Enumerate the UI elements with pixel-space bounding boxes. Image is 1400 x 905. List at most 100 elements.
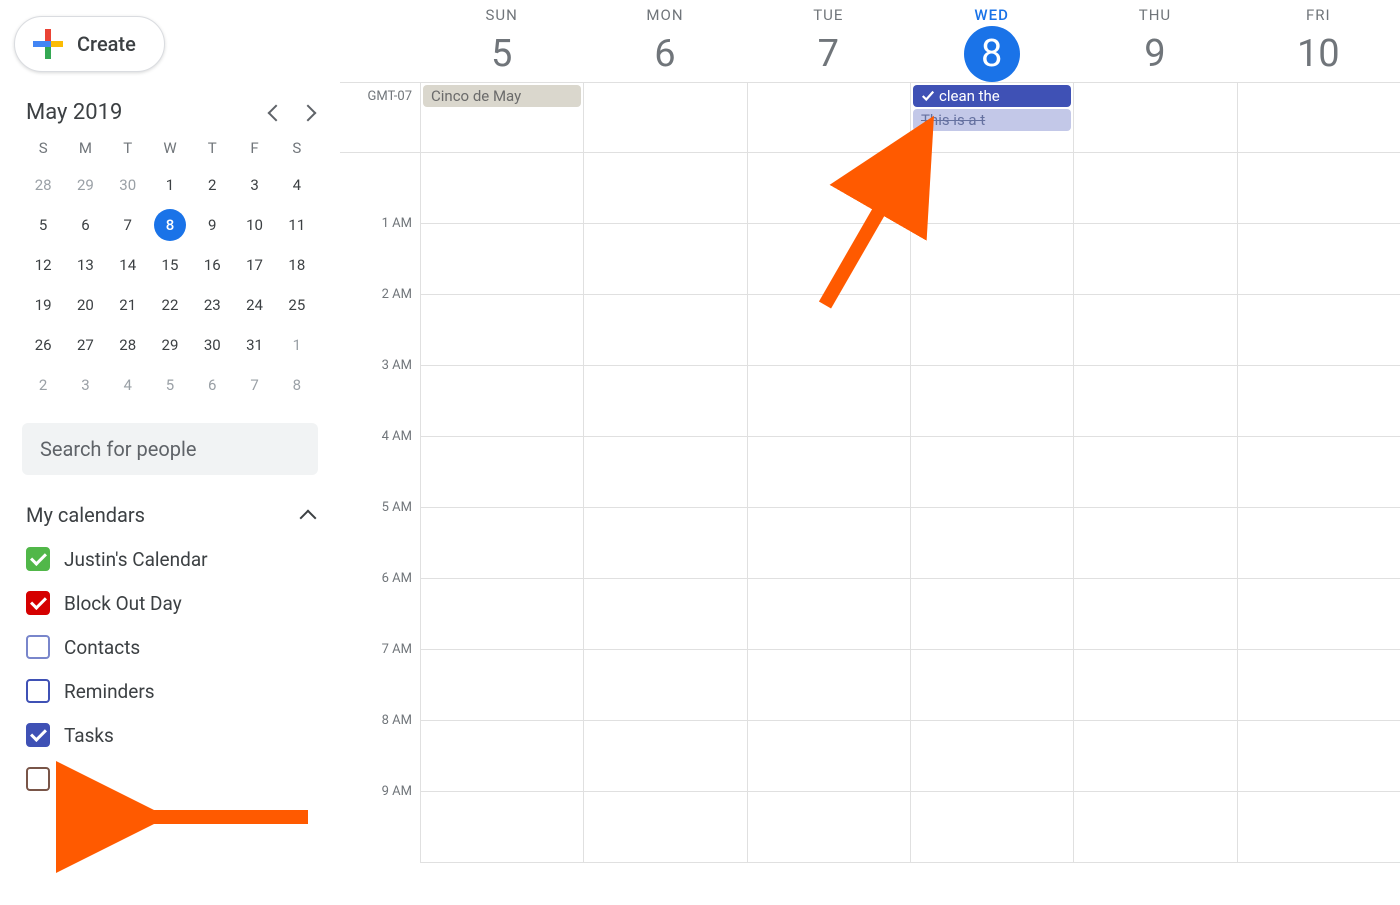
time-slot[interactable] xyxy=(911,295,1073,366)
mini-day[interactable]: 11 xyxy=(276,205,318,245)
event-chip-holiday[interactable]: Cinco de May xyxy=(423,85,581,107)
mini-day[interactable]: 3 xyxy=(233,165,275,205)
time-slot[interactable] xyxy=(584,295,746,366)
time-slot[interactable] xyxy=(1074,153,1236,224)
mini-day[interactable]: 17 xyxy=(233,245,275,285)
mini-day[interactable]: 6 xyxy=(64,205,106,245)
time-slot[interactable] xyxy=(1238,366,1400,437)
mini-day[interactable]: 26 xyxy=(22,325,64,365)
mini-day[interactable]: 1 xyxy=(276,325,318,365)
mini-day[interactable]: 4 xyxy=(107,365,149,405)
day-header[interactable]: SUN5 xyxy=(420,0,583,82)
mini-day[interactable]: 30 xyxy=(107,165,149,205)
time-slot[interactable] xyxy=(421,295,583,366)
mini-day[interactable]: 5 xyxy=(22,205,64,245)
day-header[interactable]: THU9 xyxy=(1073,0,1236,82)
day-header[interactable]: FRI10 xyxy=(1237,0,1400,82)
time-slot[interactable] xyxy=(1074,366,1236,437)
calendar-item[interactable]: Block Out Day xyxy=(20,581,320,625)
calendar-checkbox[interactable] xyxy=(26,635,50,659)
mini-day[interactable]: 8 xyxy=(276,365,318,405)
mini-day[interactable]: 30 xyxy=(191,325,233,365)
time-slot[interactable] xyxy=(421,721,583,792)
time-slot[interactable] xyxy=(748,579,910,650)
next-month-icon[interactable] xyxy=(300,104,317,121)
time-slot[interactable] xyxy=(1238,508,1400,579)
calendar-checkbox[interactable] xyxy=(26,591,50,615)
time-slot[interactable] xyxy=(748,721,910,792)
mini-day[interactable]: 29 xyxy=(64,165,106,205)
mini-day[interactable]: 7 xyxy=(233,365,275,405)
time-slot[interactable] xyxy=(911,792,1073,863)
time-slot[interactable] xyxy=(421,792,583,863)
time-slot[interactable] xyxy=(911,224,1073,295)
time-slot[interactable] xyxy=(421,579,583,650)
time-slot[interactable] xyxy=(584,579,746,650)
time-slot[interactable] xyxy=(1074,721,1236,792)
time-slot[interactable] xyxy=(1074,792,1236,863)
mini-day[interactable]: 31 xyxy=(233,325,275,365)
mini-day[interactable]: 28 xyxy=(22,165,64,205)
mini-day[interactable]: 21 xyxy=(107,285,149,325)
mini-day[interactable]: 5 xyxy=(149,365,191,405)
time-slot[interactable] xyxy=(584,366,746,437)
time-slot[interactable] xyxy=(1074,508,1236,579)
time-slot[interactable] xyxy=(421,508,583,579)
calendar-item[interactable]: Tasks xyxy=(20,713,320,757)
day-header[interactable]: TUE7 xyxy=(747,0,910,82)
time-slot[interactable] xyxy=(421,366,583,437)
mini-day[interactable]: 27 xyxy=(64,325,106,365)
task-chip[interactable]: clean the xyxy=(913,85,1071,107)
day-header[interactable]: MON6 xyxy=(583,0,746,82)
time-slot[interactable] xyxy=(911,650,1073,721)
time-slot[interactable] xyxy=(584,153,746,224)
calendar-checkbox[interactable] xyxy=(26,679,50,703)
time-slot[interactable] xyxy=(911,153,1073,224)
time-slot[interactable] xyxy=(1074,295,1236,366)
time-slot[interactable] xyxy=(584,721,746,792)
time-slot[interactable] xyxy=(1238,153,1400,224)
time-slot[interactable] xyxy=(421,224,583,295)
mini-calendar[interactable]: SMTWTFS 28293012345678910111213141516171… xyxy=(8,131,332,405)
mini-day[interactable]: 29 xyxy=(149,325,191,365)
time-slot[interactable] xyxy=(911,366,1073,437)
time-slot[interactable] xyxy=(584,224,746,295)
mini-day[interactable]: 7 xyxy=(107,205,149,245)
mini-day[interactable]: 14 xyxy=(107,245,149,285)
mini-day[interactable]: 16 xyxy=(191,245,233,285)
my-calendars-toggle[interactable]: My calendars xyxy=(8,499,332,537)
time-slot[interactable] xyxy=(748,792,910,863)
day-column[interactable] xyxy=(1073,153,1236,863)
mini-day[interactable]: 9 xyxy=(191,205,233,245)
mini-day[interactable]: 15 xyxy=(149,245,191,285)
create-button[interactable]: Create xyxy=(14,16,165,72)
mini-day[interactable]: 6 xyxy=(191,365,233,405)
time-slot[interactable] xyxy=(911,579,1073,650)
time-slot[interactable] xyxy=(584,437,746,508)
mini-day[interactable]: 28 xyxy=(107,325,149,365)
time-slot[interactable] xyxy=(911,437,1073,508)
allday-cell[interactable]: Cinco de May xyxy=(420,83,583,152)
mini-day[interactable]: 2 xyxy=(191,165,233,205)
mini-day[interactable]: 22 xyxy=(149,285,191,325)
calendar-item[interactable]: us xyxy=(20,757,320,801)
mini-day[interactable]: 25 xyxy=(276,285,318,325)
mini-day[interactable]: 24 xyxy=(233,285,275,325)
allday-cell[interactable] xyxy=(583,83,746,152)
task-chip-completed[interactable]: This is a t xyxy=(913,109,1071,131)
allday-cell[interactable] xyxy=(1073,83,1236,152)
time-slot[interactable] xyxy=(1238,224,1400,295)
time-slot[interactable] xyxy=(421,650,583,721)
time-slot[interactable] xyxy=(748,650,910,721)
calendar-item[interactable]: Reminders xyxy=(20,669,320,713)
time-slot[interactable] xyxy=(1074,579,1236,650)
time-slot[interactable] xyxy=(1074,224,1236,295)
mini-day[interactable]: 23 xyxy=(191,285,233,325)
time-slot[interactable] xyxy=(584,650,746,721)
time-slot[interactable] xyxy=(1238,579,1400,650)
mini-day[interactable]: 10 xyxy=(233,205,275,245)
day-column[interactable] xyxy=(583,153,746,863)
time-slot[interactable] xyxy=(911,721,1073,792)
day-header[interactable]: WED8 xyxy=(910,0,1073,82)
time-slot[interactable] xyxy=(1238,295,1400,366)
